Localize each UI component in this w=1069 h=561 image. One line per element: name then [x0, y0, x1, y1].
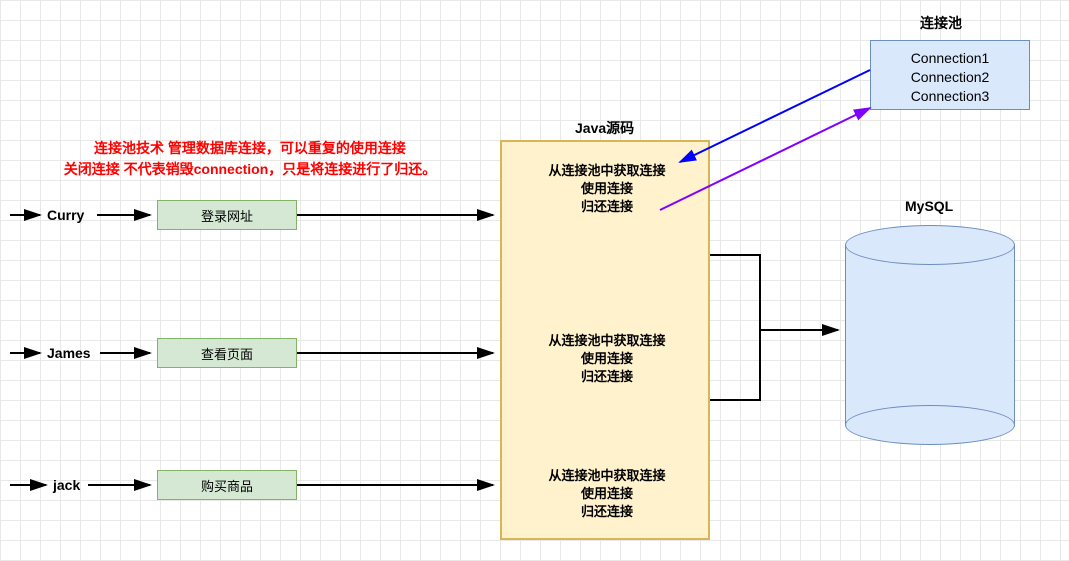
- java-source-box: 从连接池中获取连接 使用连接 归还连接 从连接池中获取连接 使用连接 归还连接 …: [500, 140, 710, 540]
- cylinder-top: [845, 225, 1015, 265]
- cylinder-bottom: [845, 405, 1015, 445]
- connection-pool-box: Connection1 Connection2 Connection3: [870, 40, 1030, 110]
- java-title: Java源码: [575, 118, 634, 138]
- code-l3: 归还连接: [581, 504, 633, 519]
- mysql-title: MySQL: [905, 198, 953, 214]
- code-block-2: 从连接池中获取连接 使用连接 归还连接: [517, 332, 697, 387]
- mysql-cylinder: [845, 225, 1015, 445]
- pool-title: 连接池: [920, 13, 962, 33]
- pool-c1: Connection1: [911, 50, 990, 66]
- user-label-curry: Curry: [47, 207, 84, 223]
- code-l3: 归还连接: [581, 199, 633, 214]
- java-bracket: [710, 255, 760, 400]
- action-box-buy: 购买商品: [157, 470, 297, 500]
- code-l2: 使用连接: [581, 351, 633, 366]
- code-l1: 从连接池中获取连接: [548, 468, 665, 483]
- action-box-login: 登录网址: [157, 200, 297, 230]
- action-label-buy: 购买商品: [201, 476, 253, 495]
- user-label-jack: jack: [53, 477, 80, 493]
- code-l3: 归还连接: [581, 369, 633, 384]
- pool-c2: Connection2: [911, 69, 990, 85]
- note-line2: 关闭连接 不代表销毁connection，只是将连接进行了归还。: [64, 161, 437, 177]
- action-label-view: 查看页面: [201, 344, 253, 363]
- note-line1: 连接池技术 管理数据库连接，可以重复的使用连接: [94, 140, 406, 156]
- pool-explanation-text: 连接池技术 管理数据库连接，可以重复的使用连接 关闭连接 不代表销毁connec…: [35, 138, 465, 180]
- code-l2: 使用连接: [581, 181, 633, 196]
- pool-c3: Connection3: [911, 88, 990, 104]
- user-label-james: James: [47, 345, 91, 361]
- code-l2: 使用连接: [581, 486, 633, 501]
- action-label-login: 登录网址: [201, 206, 253, 225]
- cylinder-body: [845, 245, 1015, 425]
- code-l1: 从连接池中获取连接: [548, 163, 665, 178]
- code-l1: 从连接池中获取连接: [548, 333, 665, 348]
- code-block-3: 从连接池中获取连接 使用连接 归还连接: [517, 467, 697, 522]
- action-box-view: 查看页面: [157, 338, 297, 368]
- code-block-1: 从连接池中获取连接 使用连接 归还连接: [517, 162, 697, 217]
